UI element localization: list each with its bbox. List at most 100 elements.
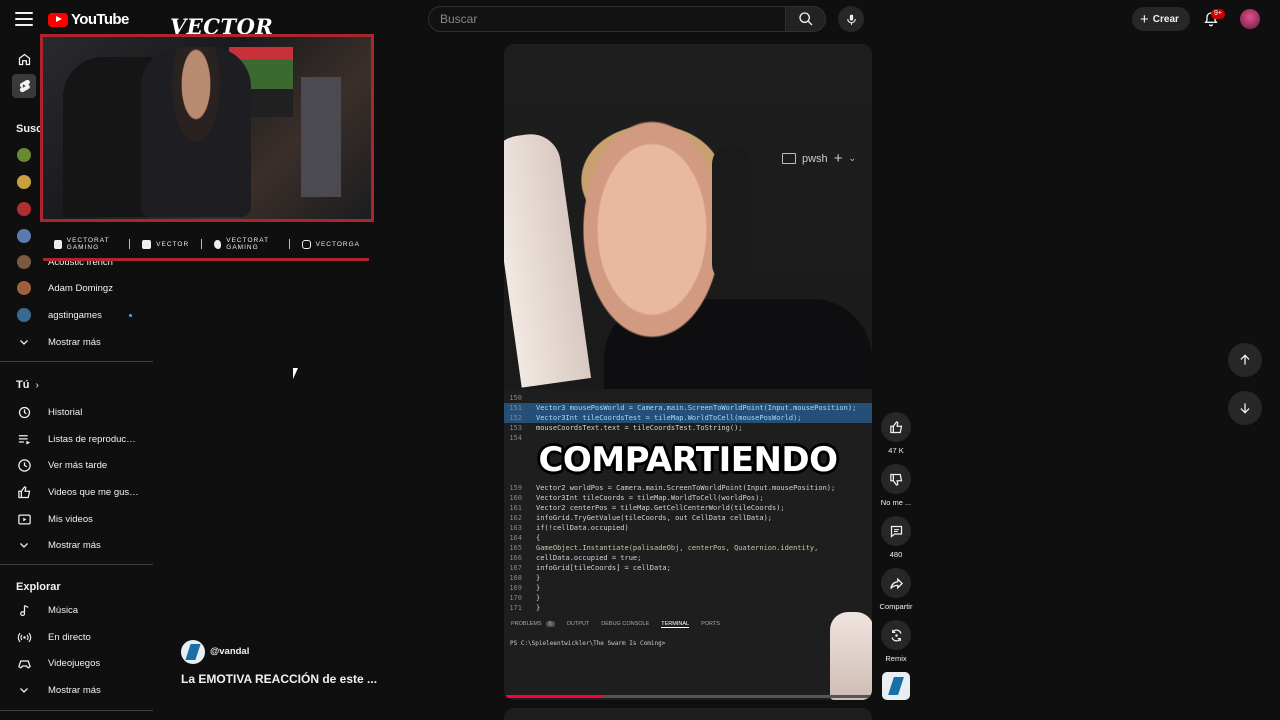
arrow-up-icon (1240, 354, 1250, 365)
problems-count-badge: 6 (545, 621, 555, 627)
headphones-image (712, 144, 752, 284)
code-line: 169 } (509, 584, 541, 592)
tab-terminal: TERMINAL (661, 620, 690, 628)
sidebar-item-history[interactable]: Historial (0, 399, 153, 425)
share-button[interactable] (881, 568, 911, 598)
social-youtube: VECTORAT GAMING (42, 237, 131, 251)
twitch-icon (142, 239, 152, 249)
comments-action: 480 (876, 516, 916, 559)
chevron-down-icon (16, 537, 32, 553)
history-icon (16, 404, 32, 420)
dislike-label: No me ... (880, 498, 912, 507)
remix-action: Remix (876, 620, 916, 663)
youtube-icon (54, 239, 62, 249)
microphone-icon (846, 14, 856, 25)
next-short-preview[interactable] (504, 708, 872, 720)
liked-icon (16, 484, 32, 500)
playlists-icon (16, 431, 32, 447)
sidebar-item-my-videos[interactable]: Mis videos (0, 506, 153, 532)
terminal-prompt: PS C:\Spieleentwickler\The Swarm Is Comi… (510, 640, 666, 647)
sidebar-item-live[interactable]: En directo (0, 624, 153, 650)
remix-label: Remix (885, 654, 907, 663)
voice-search-button[interactable] (838, 6, 864, 32)
comments-button[interactable] (881, 516, 911, 546)
shelf-image (301, 77, 341, 197)
you-heading[interactable]: Tú › (16, 379, 39, 391)
channel-avatar (17, 148, 31, 162)
comments-count: 480 (889, 550, 903, 559)
code-line: 160 Vector3Int tileCoords = tileMap.Worl… (509, 494, 764, 502)
sidebar-item-liked-videos[interactable]: Videos que me gustan (0, 479, 153, 505)
code-line: 170 } (509, 594, 541, 602)
social-twitter: VECTORAT GAMING (202, 237, 290, 251)
remix-icon (891, 628, 901, 642)
social-instagram: VECTORGA (290, 239, 372, 249)
video-progress-bar[interactable] (504, 695, 872, 698)
sidebar-channel[interactable]: Adam Domingz (0, 275, 153, 301)
explore-heading: Explorar (16, 581, 61, 593)
account-avatar[interactable] (1240, 9, 1260, 29)
like-action: 47 K (876, 412, 916, 455)
plus-icon: + (833, 150, 843, 167)
channel-avatar (17, 229, 31, 243)
chevron-down-icon (16, 682, 32, 698)
thumbs-up-icon (889, 420, 902, 433)
channel-avatar (17, 175, 31, 189)
tab-debug-console: DEBUG CONSOLE (601, 621, 650, 627)
code-line: 153 mouseCoordsText.text = tileCoordsTest… (509, 424, 743, 432)
live-icon (16, 629, 32, 645)
shorts-icon (12, 74, 36, 98)
search-box[interactable] (428, 6, 786, 32)
channel-avatar (17, 255, 31, 269)
share-icon (889, 577, 903, 589)
code-line: 171} (509, 604, 541, 612)
channel-avatar (17, 202, 31, 216)
sidebar-divider (0, 710, 153, 711)
create-button[interactable]: + Crear (1132, 7, 1190, 31)
channel-handle[interactable]: @vandal (210, 646, 249, 657)
sidebar-item-watch-later[interactable]: Ver más tarde (0, 452, 153, 478)
sidebar-channel[interactable]: agstingames (0, 302, 153, 328)
terminal-header: pwsh + ⌄ (782, 150, 856, 167)
previous-short-button[interactable] (1228, 343, 1262, 377)
sidebar-divider (0, 564, 153, 565)
channel-avatar (17, 308, 31, 322)
stream-webcam-overlay: VECTOR VECTORAT GAMING VECTOR VECTORAT G… (38, 14, 374, 264)
code-line: 166 cellData.occupied = true; (509, 554, 642, 562)
my-videos-icon (16, 511, 32, 527)
code-line: 163 if(!cellData.occupied) (509, 524, 629, 532)
new-content-dot (129, 314, 132, 317)
comment-icon (890, 525, 902, 538)
channel-avatar[interactable] (181, 640, 205, 664)
chevron-right-icon: › (35, 379, 39, 391)
subscriptions-show-more[interactable]: Mostrar más (0, 329, 153, 355)
channel-avatar (17, 281, 31, 295)
sidebar-item-gaming[interactable]: Videojuegos (0, 650, 153, 676)
dislike-button[interactable] (881, 464, 911, 494)
next-short-button[interactable] (1228, 391, 1262, 425)
arrow-down-icon (1240, 403, 1250, 414)
search-input[interactable] (440, 12, 774, 26)
code-line: 151 Vector3 mousePosWorld = Camera.main.S… (504, 403, 872, 413)
watch-later-icon (16, 457, 32, 473)
like-button[interactable] (881, 412, 911, 442)
social-twitch: VECTOR (130, 239, 203, 249)
explore-show-more[interactable]: Mostrar más (0, 677, 153, 703)
sidebar-divider (0, 361, 153, 362)
code-line: 167 infoGrid[tileCoords] = cellData; (509, 564, 671, 572)
short-title[interactable]: La EMOTIVA REACCIÓN de este ... (181, 672, 396, 686)
remix-button[interactable] (881, 620, 911, 650)
chevron-down-icon (16, 334, 32, 350)
menu-icon[interactable] (13, 9, 35, 29)
notification-badge: 9+ (1211, 9, 1225, 19)
search-icon (798, 12, 812, 26)
music-icon (16, 602, 32, 618)
code-line: 161 Vector2 centerPos = tileMap.GetCellC… (509, 504, 785, 512)
sidebar-item-music[interactable]: Música (0, 597, 153, 623)
search-button[interactable] (786, 6, 826, 32)
shorts-video-player[interactable]: pwsh + ⌄ 150 151 Vector3 mousePosWorld = … (504, 44, 872, 700)
social-links-bar: VECTORAT GAMING VECTOR VECTORAT GAMING V… (42, 232, 372, 256)
you-show-more[interactable]: Mostrar más (0, 532, 153, 558)
sidebar-item-playlists[interactable]: Listas de reproducción (0, 426, 153, 452)
audio-source-avatar[interactable] (882, 672, 910, 700)
